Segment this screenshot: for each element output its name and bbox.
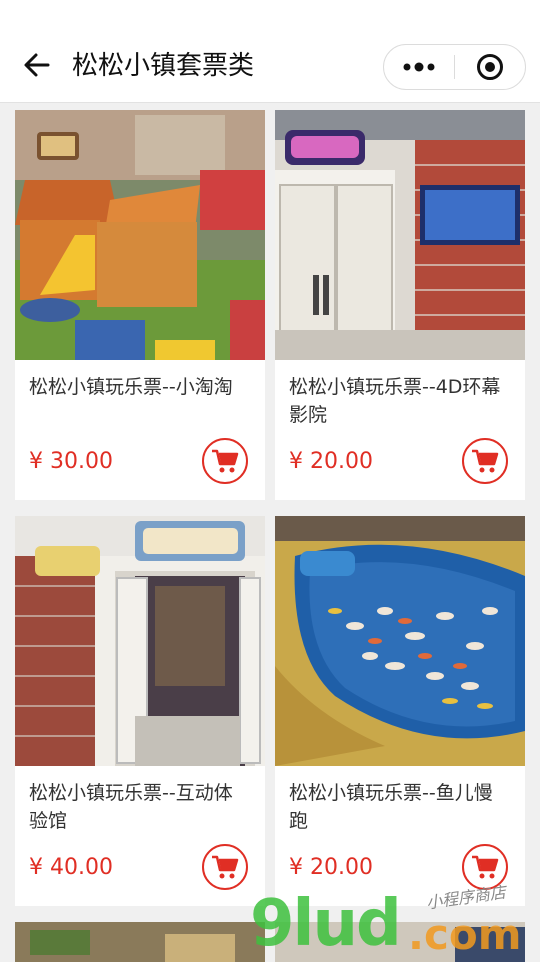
product-image-playhouse[interactable] — [15, 110, 265, 360]
product-image-partial[interactable] — [15, 922, 265, 962]
target-circle-icon[interactable] — [455, 45, 525, 89]
product-price: ¥ 30.00 — [29, 449, 113, 474]
add-to-cart-button[interactable] — [462, 438, 508, 484]
mini-program-capsule — [383, 44, 526, 90]
product-image-4d-theater[interactable] — [275, 110, 525, 360]
navigation-bar: 松松小镇套票类 — [0, 0, 540, 103]
product-price: ¥ 20.00 — [289, 855, 373, 880]
cart-icon — [212, 855, 239, 879]
cart-icon — [472, 855, 499, 879]
product-card[interactable]: 松松小镇玩乐票--小淘淘 ¥ 30.00 — [15, 110, 265, 500]
add-to-cart-button[interactable] — [202, 844, 248, 890]
page-title: 松松小镇套票类 — [72, 51, 255, 81]
more-dots-icon[interactable] — [384, 45, 454, 89]
product-name[interactable]: 松松小镇玩乐票--小淘淘 — [29, 373, 251, 401]
product-image-fish-pool[interactable] — [275, 516, 525, 766]
back-arrow-icon[interactable] — [22, 50, 52, 80]
product-card[interactable]: 松松小镇玩乐票--互动体验馆 ¥ 40.00 — [15, 516, 265, 906]
product-name[interactable]: 松松小镇玩乐票--4D环幕影院 — [289, 373, 511, 429]
product-image-interactive-hall[interactable] — [15, 516, 265, 766]
product-image-partial[interactable] — [275, 922, 525, 962]
cart-icon — [472, 449, 499, 473]
product-name[interactable]: 松松小镇玩乐票--互动体验馆 — [29, 779, 251, 835]
cart-icon — [212, 449, 239, 473]
product-price: ¥ 20.00 — [289, 449, 373, 474]
product-name[interactable]: 松松小镇玩乐票--鱼儿慢跑 — [289, 779, 511, 835]
product-card[interactable]: 松松小镇玩乐票--4D环幕影院 ¥ 20.00 — [275, 110, 525, 500]
product-price: ¥ 40.00 — [29, 855, 113, 880]
add-to-cart-button[interactable] — [202, 438, 248, 484]
product-card[interactable]: 松松小镇玩乐票--鱼儿慢跑 ¥ 20.00 — [275, 516, 525, 906]
add-to-cart-button[interactable] — [462, 844, 508, 890]
